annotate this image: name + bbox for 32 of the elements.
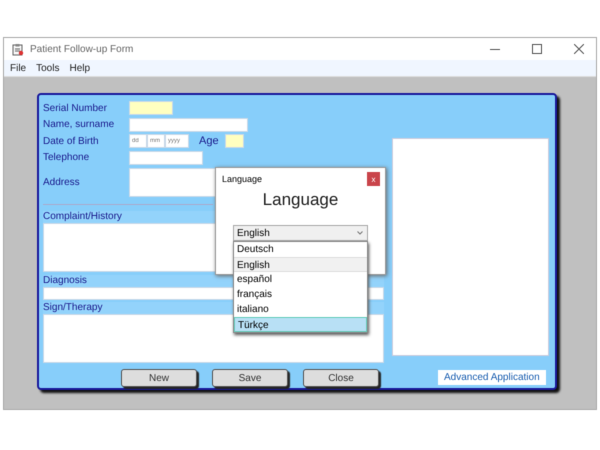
- menu-item[interactable]: Tools: [36, 62, 60, 74]
- language-option[interactable]: Türkçe: [234, 317, 367, 332]
- field-label: Date of Birth: [43, 136, 100, 147]
- language-option[interactable]: italiano: [234, 302, 367, 317]
- maximize-icon[interactable]: [532, 44, 542, 54]
- age-field[interactable]: [224, 134, 244, 148]
- field-label: Telephone: [43, 152, 90, 164]
- dialog-heading: Language: [262, 190, 340, 210]
- dialog-title: Language: [222, 174, 262, 184]
- language-option[interactable]: español: [234, 272, 367, 287]
- field-label: Serial Number: [43, 102, 108, 114]
- advanced-application-link[interactable]: Advanced Application: [438, 370, 546, 385]
- chevron-icon: [357, 231, 363, 235]
- language-dropdown[interactable]: English: [233, 225, 368, 241]
- close-icon[interactable]: [574, 44, 584, 54]
- form-button[interactable]: Close: [303, 369, 379, 387]
- name-field[interactable]: [129, 118, 248, 132]
- serial-number-field[interactable]: [129, 101, 173, 116]
- form-button[interactable]: New: [121, 369, 197, 387]
- window-title: Patient Follow-up Form: [30, 44, 134, 54]
- menu-item[interactable]: Help: [69, 62, 90, 74]
- telephone-field[interactable]: [129, 150, 203, 165]
- field-label: Address: [43, 177, 81, 188]
- language-option[interactable]: English: [234, 257, 367, 272]
- menu-item[interactable]: File: [10, 62, 26, 74]
- clipboard-icon: [12, 42, 24, 56]
- dialog-close-button[interactable]: x: [367, 172, 380, 186]
- field-label: Name, surname: [43, 119, 116, 130]
- language-option[interactable]: Deutsch: [234, 242, 367, 257]
- field-label: Age: [199, 135, 219, 148]
- form-button[interactable]: Save: [212, 369, 288, 387]
- language-option[interactable]: français: [234, 287, 367, 302]
